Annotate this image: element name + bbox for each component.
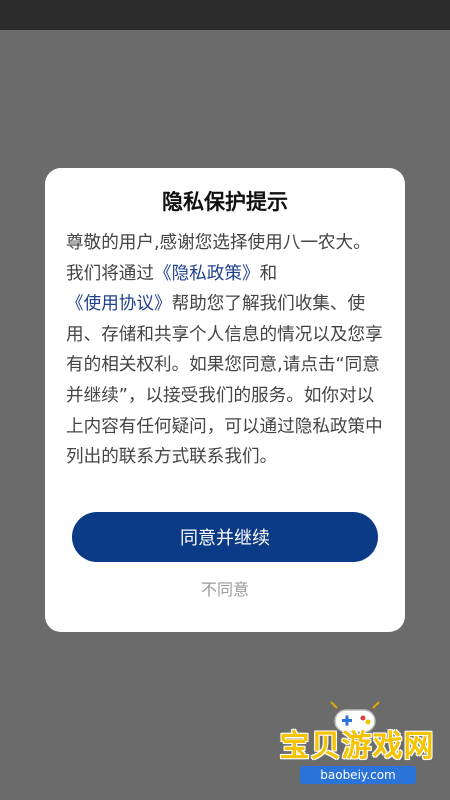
disagree-button[interactable]: 不同意 <box>45 576 405 604</box>
body-text-part3: 帮助您了解我们收集、使用、存储和共享个人信息的情况以及您享有的相关权利。如果您同… <box>66 294 383 468</box>
dialog-title: 隐私保护提示 <box>162 190 288 214</box>
watermark-brand: 宝贝游戏网 <box>279 729 435 764</box>
status-bar <box>0 0 450 30</box>
dialog-body: 尊敬的用户,感谢您选择使用八一农大。我们将通过《隐私政策》和 《使用协议》帮助您了… <box>66 228 386 473</box>
watermark: 宝贝游戏网 baobeiy.com <box>272 700 442 792</box>
agree-continue-button[interactable]: 同意并继续 <box>72 512 378 562</box>
terms-of-use-link[interactable]: 《使用协议》 <box>66 294 172 314</box>
privacy-dialog: 隐私保护提示 尊敬的用户,感谢您选择使用八一农大。我们将通过《隐私政策》和 《使用… <box>45 168 405 632</box>
body-text-part2: 和 <box>259 263 278 284</box>
watermark-url: baobeiy.com <box>300 766 416 784</box>
privacy-policy-link[interactable]: 《隐私政策》 <box>154 264 260 284</box>
